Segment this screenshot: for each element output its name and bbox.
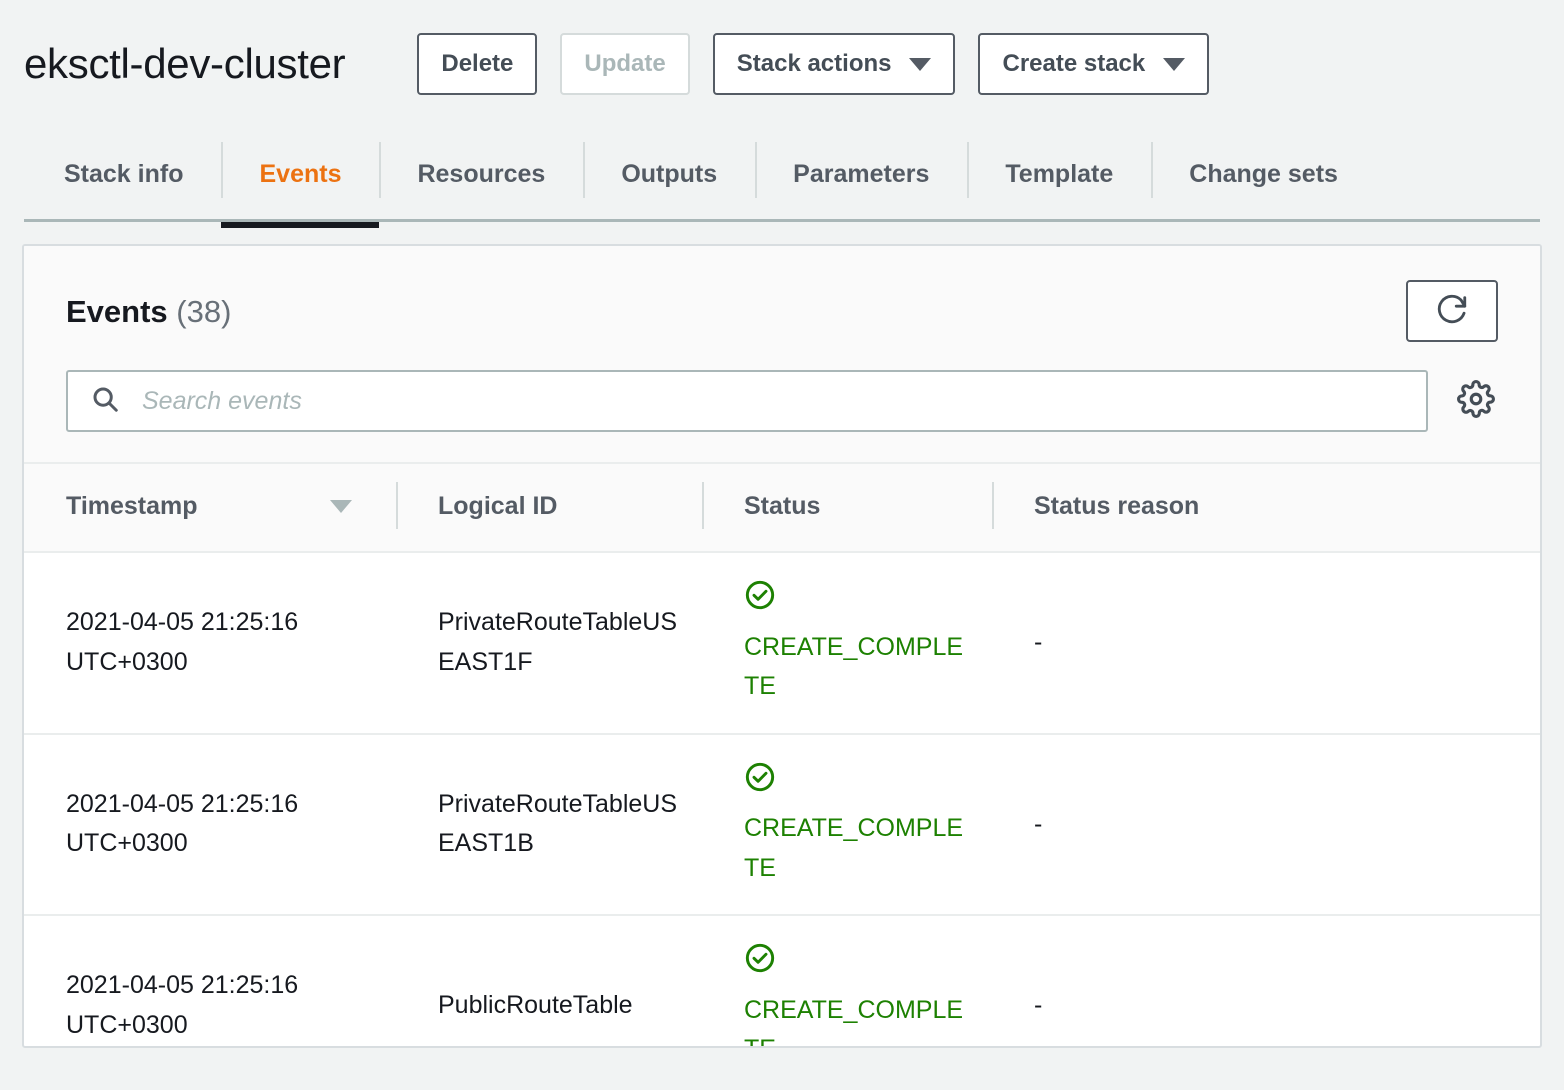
settings-button[interactable] — [1454, 379, 1498, 423]
column-header-timestamp[interactable]: Timestamp — [24, 464, 396, 553]
tab-stack-info[interactable]: Stack info — [24, 128, 221, 220]
column-header-logical-id[interactable]: Logical ID — [396, 464, 702, 553]
header-action-buttons: Delete Update Stack actions Create stack — [417, 33, 1210, 95]
column-label: Status reason — [1034, 492, 1200, 520]
gear-icon — [1457, 379, 1495, 423]
page-header: eksctl-dev-cluster Delete Update Stack a… — [0, 0, 1564, 128]
update-button[interactable]: Update — [560, 33, 690, 95]
stack-actions-button-label: Stack actions — [736, 50, 892, 77]
tab-label: Outputs — [621, 159, 718, 188]
check-circle-icon — [744, 579, 974, 624]
events-count: (38) — [176, 293, 232, 329]
cell-logical-id: PrivateRouteTableUSEAST1F — [396, 552, 702, 735]
tab-label: Stack info — [64, 159, 184, 188]
events-title-text: Events — [66, 293, 168, 329]
events-panel: Events (38) Search events Timestamp Logi… — [22, 244, 1542, 1048]
column-label: Timestamp — [66, 492, 198, 520]
tab-parameters[interactable]: Parameters — [755, 128, 967, 220]
delete-button-label: Delete — [441, 50, 514, 77]
search-events-box[interactable] — [66, 370, 1428, 432]
tab-template[interactable]: Template — [967, 128, 1151, 220]
sort-descending-icon — [330, 500, 352, 513]
search-input[interactable] — [140, 385, 1404, 417]
status-badge: CREATE_COMPLETE — [744, 995, 964, 1047]
status-badge: CREATE_COMPLETE — [744, 632, 964, 701]
check-circle-icon — [744, 942, 974, 987]
table-header-row: Timestamp Logical ID Status Status reaso… — [24, 464, 1540, 553]
tab-label: Change sets — [1189, 159, 1338, 188]
cell-status-reason: - — [992, 915, 1540, 1046]
create-stack-button[interactable]: Create stack — [978, 33, 1210, 95]
table-row[interactable]: 2021-04-05 21:25:16 UTC+0300 PublicRoute… — [24, 915, 1540, 1047]
tab-bar-divider — [24, 219, 1540, 222]
tab-bar: Stack info Events Resources Outputs Para… — [0, 128, 1564, 244]
column-header-status[interactable]: Status — [702, 464, 992, 553]
cell-status-reason: - — [992, 733, 1540, 916]
column-header-status-reason[interactable]: Status reason — [992, 464, 1540, 553]
search-icon — [90, 384, 120, 419]
events-table-header: Timestamp Logical ID Status Status reaso… — [24, 464, 1540, 553]
cell-timestamp: 2021-04-05 21:25:16 UTC+0300 — [24, 915, 396, 1046]
page-title: eksctl-dev-cluster — [24, 40, 346, 87]
refresh-button[interactable] — [1406, 280, 1498, 342]
chevron-down-icon — [909, 57, 932, 71]
update-button-label: Update — [584, 50, 666, 77]
events-table-body: 2021-04-05 21:25:16 UTC+0300 PrivateRout… — [24, 552, 1540, 1047]
create-stack-button-label: Create stack — [1002, 50, 1146, 77]
column-label: Logical ID — [438, 492, 558, 520]
tab-change-sets[interactable]: Change sets — [1151, 128, 1376, 220]
cell-logical-id: PublicRouteTable — [396, 915, 702, 1046]
tab-label: Events — [259, 159, 342, 188]
tab-resources[interactable]: Resources — [379, 128, 583, 220]
events-table: Timestamp Logical ID Status Status reaso… — [24, 464, 1540, 1047]
cell-timestamp: 2021-04-05 21:25:16 UTC+0300 — [24, 552, 396, 735]
column-label: Status — [744, 492, 821, 520]
status-badge: CREATE_COMPLETE — [744, 814, 964, 882]
cell-status-reason: - — [992, 552, 1540, 735]
refresh-icon — [1435, 292, 1469, 331]
chevron-down-icon — [1163, 57, 1186, 71]
tab-events[interactable]: Events — [221, 128, 380, 228]
tab-outputs[interactable]: Outputs — [583, 128, 755, 220]
cell-timestamp: 2021-04-05 21:25:16 UTC+0300 — [24, 733, 396, 916]
tab-label: Resources — [417, 159, 546, 188]
cell-status: CREATE_COMPLETE — [702, 915, 992, 1047]
events-panel-title: Events (38) — [66, 296, 231, 327]
stack-actions-button[interactable]: Stack actions — [712, 33, 956, 95]
tab-label: Template — [1005, 159, 1114, 188]
cell-logical-id: PrivateRouteTableUSEAST1B — [396, 733, 702, 916]
cell-status: CREATE_COMPLETE — [702, 733, 992, 916]
table-row[interactable]: 2021-04-05 21:25:16 UTC+0300 PrivateRout… — [24, 552, 1540, 735]
tab-label: Parameters — [793, 159, 930, 188]
cell-status: CREATE_COMPLETE — [702, 552, 992, 735]
check-circle-icon — [744, 761, 974, 806]
delete-button[interactable]: Delete — [417, 33, 538, 95]
events-panel-header: Events (38) — [24, 246, 1540, 464]
table-row[interactable]: 2021-04-05 21:25:16 UTC+0300 PrivateRout… — [24, 733, 1540, 916]
